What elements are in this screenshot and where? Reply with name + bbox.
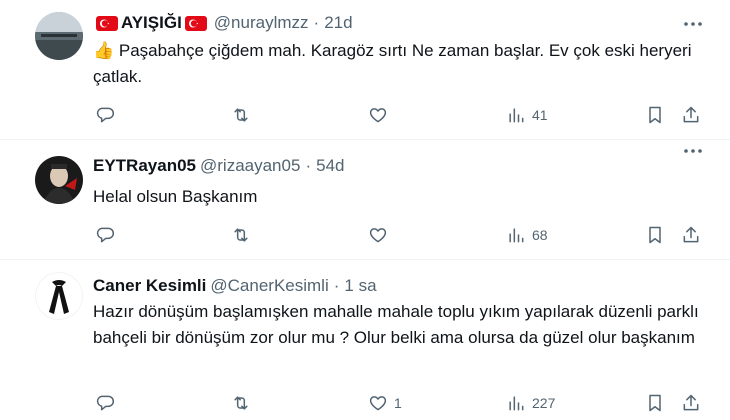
tweet[interactable]: Caner Kesimli @CanerKesimli · 1 sa Hazır…	[0, 260, 730, 420]
share-button[interactable]	[681, 102, 701, 128]
tweet-actions: 1 227	[93, 390, 713, 416]
share-button[interactable]	[681, 222, 701, 248]
separator: ·	[305, 156, 312, 175]
reply-button[interactable]	[95, 102, 121, 128]
bookmark-icon	[649, 226, 661, 244]
bookmark-button[interactable]	[645, 102, 665, 128]
tweet-text: Helal olsun Başkanım	[93, 187, 258, 206]
avatar[interactable]	[35, 12, 83, 60]
more-icon[interactable]	[682, 13, 704, 35]
more-icon[interactable]	[682, 140, 704, 162]
tweet-header: Caner Kesimli @CanerKesimli · 1 sa	[93, 275, 377, 297]
tweet[interactable]: AYIŞIĞI @nuraylmzz · 21d 👍 Paşabahçe çiğ…	[0, 0, 730, 140]
timestamp[interactable]: 21d	[324, 13, 352, 33]
bookmark-icon	[649, 394, 661, 412]
views-button[interactable]: 41	[506, 102, 548, 128]
handle[interactable]: @CanerKesimli	[210, 276, 328, 296]
share-icon	[683, 394, 699, 411]
display-name[interactable]: AYIŞIĞI	[121, 13, 182, 33]
tweet-header: AYIŞIĞI @nuraylmzz · 21d	[93, 12, 353, 34]
reply-button[interactable]	[95, 222, 121, 248]
display-name[interactable]: Caner Kesimli	[93, 276, 206, 296]
timestamp[interactable]: 1 sa	[344, 276, 376, 296]
like-button[interactable]	[368, 222, 394, 248]
heart-icon	[369, 396, 387, 411]
retweet-icon	[234, 228, 248, 242]
separator: ·	[333, 276, 340, 295]
retweet-button[interactable]	[231, 102, 257, 128]
reply-icon	[96, 107, 115, 123]
heart-icon	[369, 228, 387, 243]
display-name[interactable]: EYTRayan05	[93, 156, 196, 176]
views-icon	[509, 396, 524, 411]
views-button[interactable]: 68	[506, 222, 548, 248]
tweet-actions: 41	[93, 102, 713, 128]
retweet-icon	[234, 396, 248, 410]
reply-icon	[96, 395, 115, 411]
views-icon	[509, 228, 524, 243]
reply-button[interactable]	[95, 390, 121, 416]
avatar[interactable]	[35, 156, 83, 204]
handle[interactable]: @nuraylmzz	[214, 13, 309, 33]
separator: ·	[313, 13, 320, 32]
share-icon	[683, 226, 699, 243]
bookmark-button[interactable]	[645, 390, 665, 416]
retweet-icon	[234, 108, 248, 122]
timestamp[interactable]: 54d	[316, 156, 344, 176]
turkey-flag-icon	[96, 15, 118, 31]
tweet-text: 👍 Paşabahçe çiğdem mah. Karagöz sırtı Ne…	[93, 41, 692, 86]
like-count: 1	[394, 395, 402, 411]
avatar[interactable]	[35, 272, 83, 320]
views-icon	[509, 108, 524, 123]
views-count: 41	[532, 107, 548, 123]
bookmark-button[interactable]	[645, 222, 665, 248]
share-button[interactable]	[681, 390, 701, 416]
reply-icon	[96, 227, 115, 243]
tweet[interactable]: EYTRayan05 @rizaayan05 · 54d Helal olsun…	[0, 140, 730, 260]
tweet-text: Hazır dönüşüm başlamışken mahalle mahale…	[93, 302, 699, 347]
like-button[interactable]	[368, 102, 394, 128]
tweet-header: EYTRayan05 @rizaayan05 · 54d	[93, 155, 344, 177]
views-count: 227	[532, 395, 556, 411]
retweet-button[interactable]	[231, 390, 257, 416]
turkey-flag-icon	[184, 15, 207, 31]
handle[interactable]: @rizaayan05	[200, 156, 300, 176]
like-button[interactable]: 1	[368, 390, 402, 416]
tweet-actions: 68	[93, 222, 713, 248]
heart-icon	[369, 108, 387, 123]
share-icon	[683, 106, 699, 123]
bookmark-icon	[649, 106, 661, 124]
views-button[interactable]: 227	[506, 390, 555, 416]
views-count: 68	[532, 227, 548, 243]
retweet-button[interactable]	[231, 222, 257, 248]
